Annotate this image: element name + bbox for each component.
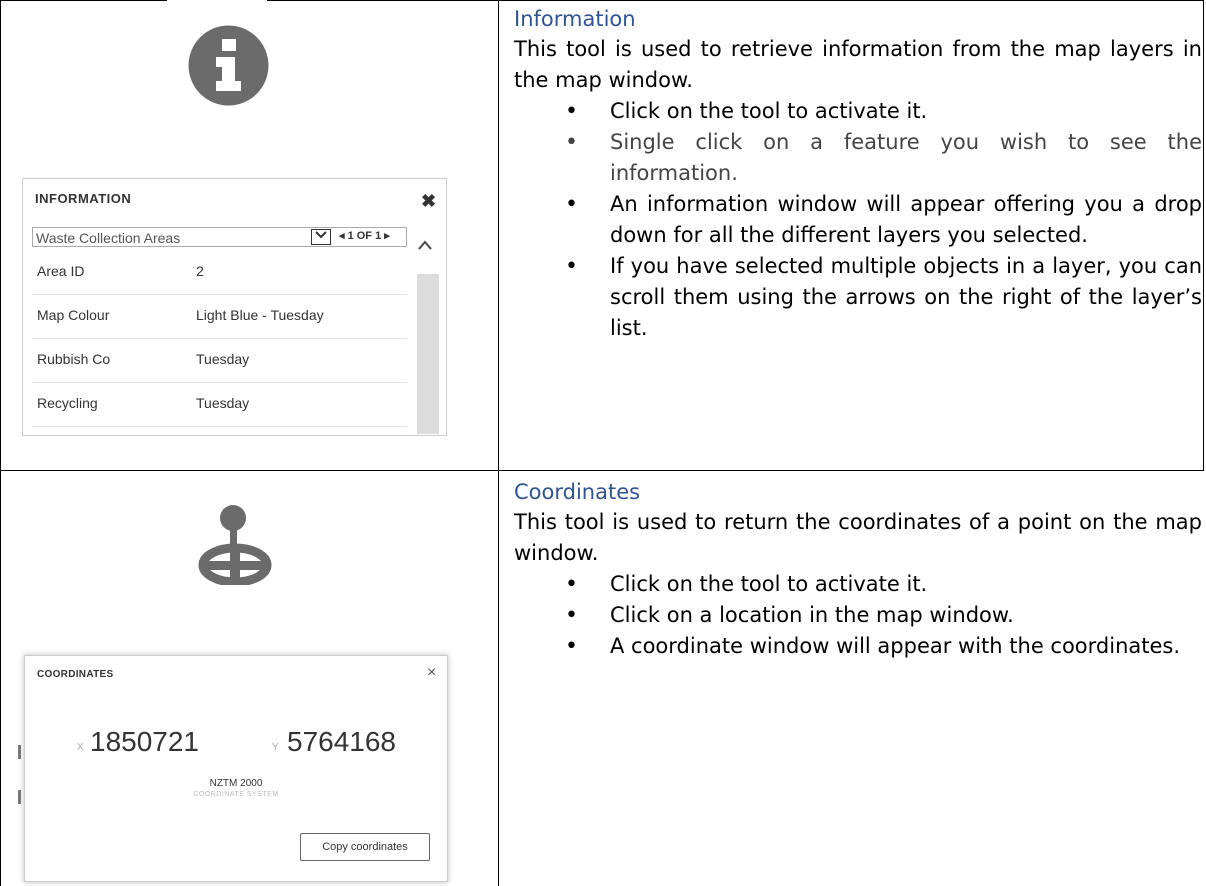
table-row: Rubbish Co Tuesday (32, 339, 407, 383)
table-border-top-left (0, 0, 167, 1)
list-item: If you have selected multiple objects in… (514, 251, 1202, 344)
map-pin-target-icon (194, 501, 278, 587)
table-row: Recycling Tuesday (32, 383, 407, 427)
table-row: Map Colour Light Blue - Tuesday (32, 295, 407, 339)
table-border-right (1203, 0, 1204, 470)
table-divider-vertical (498, 0, 499, 886)
coordinates-panel-title: COORDINATES (37, 669, 114, 680)
x-value: 1850721 (90, 726, 200, 757)
section-intro: This tool is used to return the coordina… (514, 510, 1202, 565)
y-value: 5764168 (287, 726, 397, 757)
table-border-top-right (267, 0, 1204, 1)
x-label: X (77, 742, 84, 753)
bullet-list: Click on the tool to activate it. Single… (514, 96, 1202, 344)
y-label: Y (272, 742, 279, 753)
table-row: Area ID 2 (32, 251, 407, 295)
scroll-up-icon[interactable] (418, 237, 432, 255)
list-item: Single click on a feature you wish to se… (514, 127, 1202, 189)
chevron-down-icon[interactable] (311, 229, 331, 245)
field-name: Map Colour (37, 307, 110, 323)
field-name: Area ID (37, 263, 85, 279)
list-item: A coordinate window will appear with the… (514, 631, 1202, 662)
section-heading: Information (514, 7, 636, 31)
list-item: Click on the tool to activate it. (514, 96, 1202, 127)
top-gap (167, 0, 267, 1)
copy-coordinates-button[interactable]: Copy coordinates (300, 833, 430, 861)
coordinates-description: Coordinates This tool is used to return … (514, 477, 1202, 662)
field-value: Light Blue - Tuesday (196, 307, 324, 323)
information-panel: INFORMATION ✖ Waste Collection Areas ◂ 1… (22, 178, 447, 436)
information-panel-title: INFORMATION (35, 191, 132, 206)
list-item: Click on the tool to activate it. (514, 569, 1202, 600)
section-heading: Coordinates (514, 480, 641, 504)
coordinate-system-label: COORDINATE SYSTEM (193, 791, 279, 798)
close-icon[interactable]: ✖ (421, 191, 436, 212)
field-value: Tuesday (196, 395, 250, 411)
list-item: An information window will appear offeri… (514, 189, 1202, 251)
record-pager[interactable]: ◂ 1 OF 1 ▸ (339, 229, 390, 242)
field-value: Tuesday (196, 351, 250, 367)
field-name: Recycling (37, 395, 98, 411)
coordinates-panel: COORDINATES × X 1850721 Y 5764168 NZTM 2… (24, 655, 448, 882)
bullet-list: Click on the tool to activate it. Click … (514, 569, 1202, 662)
close-icon[interactable]: × (427, 664, 436, 682)
coordinate-system-name: NZTM 2000 (209, 778, 263, 789)
document-table: INFORMATION ✖ Waste Collection Areas ◂ 1… (0, 0, 1206, 886)
table-border-left (0, 0, 1, 886)
table-row-divider (0, 470, 1204, 471)
info-circle-icon (186, 23, 271, 108)
information-description: Information This tool is used to retriev… (514, 4, 1202, 344)
background-fragment (18, 790, 21, 804)
field-value: 2 (196, 263, 204, 279)
section-intro: This tool is used to retrieve informatio… (514, 37, 1202, 92)
list-item: Click on a location in the map window. (514, 600, 1202, 631)
background-fragment (18, 745, 21, 759)
scrollbar[interactable] (417, 274, 439, 434)
field-name: Rubbish Co (37, 351, 111, 367)
